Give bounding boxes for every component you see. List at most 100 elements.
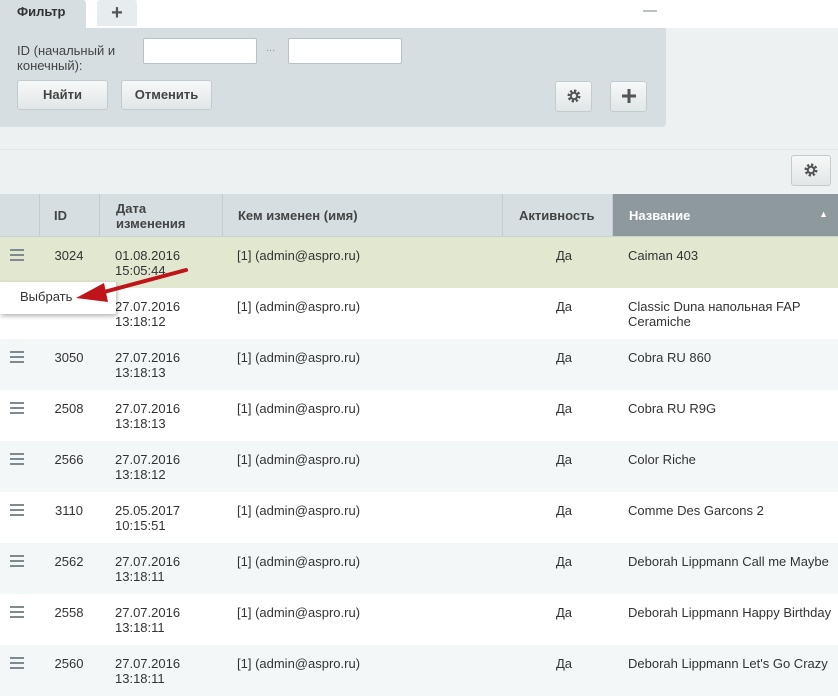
cell-active: Да [555,299,573,314]
grid-header: ID Дата изменения Кем изменен (имя) Акти… [0,194,838,237]
plus-icon [621,89,636,103]
cell-date-time: 15:05:44 [115,263,166,278]
header-id[interactable]: ID [39,194,99,236]
cell-name: Deborah Lippmann Let's Go Crazy [628,656,828,671]
cell-modified-by: [1] (admin@aspro.ru) [237,503,361,518]
table-row[interactable]: 2558 27.07.2016 13:18:11 [1] (admin@aspro.r… [0,594,838,645]
cell-active: Да [555,401,573,416]
cell-date-time: 13:18:11 [115,569,165,584]
add-filter-tab-button[interactable]: + [97,0,137,26]
filter-settings-button[interactable] [555,81,592,112]
row-menu-icon[interactable] [10,249,24,264]
table-row[interactable]: 3024 01.08.2016 15:05:44 [1] (admin@aspro.r… [0,237,838,288]
header-modified-by[interactable]: Кем изменен (имя) [222,194,502,236]
cell-name: Comme Des Garcons 2 [628,503,764,518]
cell-date-time: 10:15:51 [115,518,166,533]
cell-date: 27.07.2016 13:18:12 [115,299,215,329]
range-separator: ... [266,42,276,54]
cell-active: Да [555,248,573,263]
header-name-label: Название [629,208,691,223]
cell-date-time: 13:18:11 [115,620,165,635]
cell-name: Cobra RU 860 [628,350,712,365]
cell-date-day: 27.07.2016 [115,299,181,314]
row-menu-icon[interactable] [10,402,24,417]
cell-id: 2562 [54,554,84,569]
cell-date: 27.07.2016 13:18:13 [115,401,215,431]
grid-settings-button[interactable] [791,155,831,186]
cell-date-day: 25.05.2017 [115,503,181,518]
table-row[interactable]: 3050 27.07.2016 13:18:13 [1] (admin@aspro.r… [0,339,838,390]
grid-body: 3024 01.08.2016 15:05:44 [1] (admin@aspro.r… [0,237,838,696]
cell-date-time: 13:18:12 [115,467,166,482]
tab-filter[interactable]: Фильтр [0,0,86,28]
row-menu-icon[interactable] [10,657,24,672]
cell-date-day: 27.07.2016 [115,452,181,467]
cell-date-day: 27.07.2016 [115,554,181,569]
menu-item-select[interactable]: Выбрать [20,289,72,304]
row-menu-icon[interactable] [10,504,24,519]
table-row[interactable]: 2560 27.07.2016 13:18:11 [1] (admin@aspro.r… [0,645,838,696]
data-grid: ID Дата изменения Кем изменен (имя) Акти… [0,194,838,696]
row-menu-icon[interactable] [10,453,24,468]
cell-date-day: 01.08.2016 [115,248,181,263]
cell-active: Да [555,503,573,518]
find-button[interactable]: Найти [17,80,108,110]
table-row[interactable]: 2566 27.07.2016 13:18:12 [1] (admin@aspro.r… [0,441,838,492]
cell-active: Да [555,452,573,467]
cell-date-time: 13:18:13 [115,365,166,380]
cell-date-day: 27.07.2016 [115,605,181,620]
filter-panel: ID (начальный и конечный): ... Найти Отм… [0,28,666,127]
cell-modified-by: [1] (admin@aspro.ru) [237,248,361,263]
header-modified-by-label: Кем изменен (имя) [238,208,358,223]
table-row[interactable]: 27.07.2016 13:18:12 [1] (admin@aspro.ru) Да… [0,288,838,339]
cell-modified-by: [1] (admin@aspro.ru) [237,350,361,365]
cell-id: 3024 [54,248,84,263]
header-name[interactable]: Название ▲ [612,194,838,236]
cell-modified-by: [1] (admin@aspro.ru) [237,452,361,467]
filter-tabs-bar: Фильтр + [0,0,838,28]
gear-icon [567,89,580,103]
cell-name: Color Riche [628,452,696,467]
table-row[interactable]: 2508 27.07.2016 13:18:13 [1] (admin@aspro.r… [0,390,838,441]
cell-id: 2558 [54,605,84,620]
filter-add-field-button[interactable] [610,81,647,112]
cell-active: Да [555,656,573,671]
cell-date: 27.07.2016 13:18:11 [115,656,215,686]
header-date[interactable]: Дата изменения [99,194,222,236]
collapse-filter-icon[interactable] [643,10,657,12]
gear-icon [804,163,818,177]
cell-date-day: 27.07.2016 [115,401,181,416]
header-active-label: Активность [519,208,595,223]
id-to-input[interactable] [288,38,402,64]
row-menu-icon[interactable] [10,555,24,570]
header-id-label: ID [54,208,67,223]
cell-modified-by: [1] (admin@aspro.ru) [237,299,361,314]
table-row[interactable]: 2562 27.07.2016 13:18:11 [1] (admin@aspro.r… [0,543,838,594]
cell-id: 2560 [54,656,84,671]
cell-date-time: 13:18:13 [115,416,166,431]
cell-name: Deborah Lippmann Call me Maybe [628,554,829,569]
cell-name: Deborah Lippmann Happy Birthday [628,605,832,620]
cell-name: Caiman 403 [628,248,699,263]
cell-date-day: 27.07.2016 [115,656,181,671]
cell-date-day: 27.07.2016 [115,350,181,365]
row-menu-icon[interactable] [10,606,24,621]
cell-modified-by: [1] (admin@aspro.ru) [237,605,361,620]
row-menu-icon[interactable] [10,351,24,366]
header-active[interactable]: Активность [502,194,612,236]
cell-modified-by: [1] (admin@aspro.ru) [237,554,361,569]
cell-date-time: 13:18:12 [115,314,166,329]
cell-modified-by: [1] (admin@aspro.ru) [237,401,361,416]
sort-asc-icon: ▲ [819,209,828,219]
cell-date: 27.07.2016 13:18:11 [115,554,215,584]
id-from-input[interactable] [143,38,257,64]
id-range-label: ID (начальный и конечный): [17,43,116,73]
cell-date: 27.07.2016 13:18:13 [115,350,215,380]
cancel-button[interactable]: Отменить [121,80,212,110]
cell-date: 01.08.2016 15:05:44 [115,248,215,278]
cell-date: 27.07.2016 13:18:12 [115,452,215,482]
cell-id: 3110 [55,503,83,518]
header-menu-column [0,194,39,236]
table-row[interactable]: 3110 25.05.2017 10:15:51 [1] (admin@aspro.r… [0,492,838,543]
row-context-menu: Выбрать [0,282,116,314]
